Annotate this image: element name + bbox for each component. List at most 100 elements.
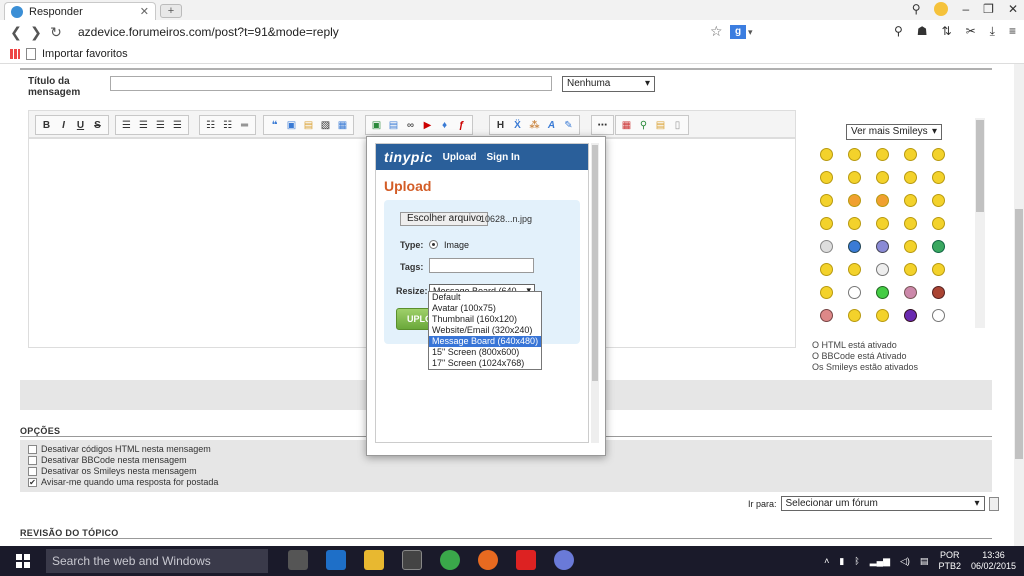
smiley-icon[interactable] — [875, 194, 889, 207]
vivaldi-icon[interactable] — [516, 550, 536, 570]
language-indicator[interactable]: POR PTB2 — [938, 550, 961, 572]
smiley-icon[interactable] — [931, 194, 945, 207]
smiley-icon[interactable] — [819, 217, 833, 230]
smiley-icon[interactable] — [847, 309, 861, 322]
smiley-icon[interactable] — [931, 286, 945, 299]
task-view-icon[interactable] — [288, 550, 308, 570]
start-button[interactable] — [0, 546, 46, 576]
file-explorer-icon[interactable] — [364, 550, 384, 570]
link-icon[interactable]: ∞ — [403, 118, 418, 133]
popup-scroll-thumb[interactable] — [592, 145, 598, 381]
apps-icon[interactable] — [10, 48, 20, 59]
heading-button[interactable]: H — [493, 118, 508, 133]
engine-dropdown-icon[interactable]: ▾ — [748, 27, 753, 38]
bluetooth-icon[interactable]: ᛒ — [854, 556, 859, 566]
tinypic-signin-link[interactable]: Sign In — [487, 152, 520, 163]
smiley-icon[interactable] — [847, 263, 861, 276]
firefox-icon[interactable] — [478, 550, 498, 570]
taskbar-search[interactable]: Search the web and Windows — [46, 549, 268, 573]
popup-scrollbar[interactable] — [591, 143, 599, 443]
smiley-icon[interactable] — [903, 286, 917, 299]
special-chars-icon[interactable]: ⋯ — [595, 118, 610, 133]
smiley-icon[interactable] — [847, 217, 861, 230]
font-size-icon[interactable]: Ẍ — [510, 118, 525, 133]
flash-red-icon[interactable]: ƒ — [454, 118, 469, 133]
smiley-icon[interactable] — [819, 194, 833, 207]
smiley-icon[interactable] — [903, 194, 917, 207]
profile-avatar-icon[interactable] — [934, 2, 949, 16]
smiley-icon[interactable] — [875, 240, 889, 253]
checkbox[interactable] — [28, 466, 37, 476]
smiley-icon[interactable] — [931, 309, 945, 322]
smiley-icon[interactable] — [875, 171, 889, 184]
justify-icon[interactable]: ☰ — [170, 118, 185, 133]
quote-icon[interactable]: ❝ — [267, 118, 282, 133]
smiley-icon[interactable] — [847, 171, 861, 184]
bookmark-import[interactable]: Importar favoritos — [42, 48, 128, 60]
extension-icon-1[interactable]: ☗ — [917, 24, 928, 39]
option-disable-html[interactable]: Desativar códigos HTML nesta mensagem — [28, 444, 211, 454]
icon-select[interactable]: Nenhuma ▾ — [562, 76, 655, 92]
smiley-scroll-thumb[interactable] — [976, 120, 984, 212]
keyboard-icon[interactable]: ▤ — [920, 556, 929, 567]
bullet-list-icon[interactable]: ☷ — [203, 118, 218, 133]
search-engine-box[interactable]: g ▾ — [730, 22, 890, 42]
clock[interactable]: 13:36 06/02/2015 — [971, 550, 1016, 572]
tab-close-icon[interactable]: ✕ — [140, 5, 149, 18]
smiley-icon[interactable] — [875, 148, 889, 161]
jump-go-button[interactable] — [988, 496, 999, 511]
smiley-icon[interactable] — [903, 240, 917, 253]
strike-button[interactable]: S — [90, 118, 105, 133]
option-disable-smileys[interactable]: Desativar os Smileys nesta mensagem — [28, 466, 197, 476]
colors-icon[interactable]: ⁂ — [527, 118, 542, 133]
page-scroll-thumb[interactable] — [1015, 209, 1023, 459]
tinypic-logo[interactable]: tinypic — [384, 149, 433, 165]
youtube-icon[interactable]: ▶ — [420, 118, 435, 133]
document-icon[interactable]: ▯ — [670, 118, 685, 133]
table-icon[interactable]: ▦ — [335, 118, 350, 133]
title-input[interactable] — [110, 76, 552, 91]
tags-input[interactable] — [429, 258, 534, 273]
resize-option[interactable]: Avatar (100x75) — [429, 303, 541, 314]
checkbox[interactable] — [28, 444, 37, 454]
network-icon[interactable]: ▮ — [839, 556, 844, 567]
hr-icon[interactable]: ═ — [237, 118, 252, 133]
type-image-radio[interactable] — [429, 240, 438, 249]
resize-option[interactable]: 17" Screen (1024x768) — [429, 358, 541, 369]
ie-icon[interactable] — [326, 550, 346, 570]
calendar-icon[interactable]: ▦ — [619, 118, 634, 133]
tinypic-upload-link[interactable]: Upload — [443, 152, 477, 163]
forward-icon[interactable]: ❯ — [26, 24, 46, 41]
smiley-icon[interactable] — [875, 309, 889, 322]
zoom-search-icon[interactable]: ⚲ — [894, 24, 903, 39]
choose-file-button[interactable]: Escolher arquivo — [400, 212, 489, 226]
align-center-icon[interactable]: ☰ — [136, 118, 151, 133]
resize-option[interactable]: Default — [429, 292, 541, 303]
hide-icon[interactable]: ▧ — [318, 118, 333, 133]
user-icon[interactable]: ⚲ — [912, 2, 921, 16]
flash-icon[interactable]: ♦ — [437, 118, 452, 133]
forum-select[interactable]: Selecionar um fórum ▾ — [780, 496, 985, 511]
resize-option[interactable]: Thumbnail (160x120) — [429, 314, 541, 325]
page-scrollbar[interactable] — [1014, 64, 1024, 546]
smiley-icon[interactable] — [819, 263, 833, 276]
menu-icon[interactable]: ≡ — [1009, 24, 1016, 39]
smiley-icon[interactable] — [903, 217, 917, 230]
signal-icon[interactable]: ▂▄▆ — [870, 556, 890, 567]
bookmark-star-icon[interactable]: ☆ — [710, 23, 723, 40]
browser-tab[interactable]: Responder ✕ — [4, 2, 156, 20]
extension-icon-3[interactable]: ✂ — [966, 24, 976, 39]
paste-icon[interactable]: ▤ — [653, 118, 668, 133]
smiley-icon[interactable] — [931, 171, 945, 184]
checkbox[interactable] — [28, 455, 37, 465]
number-list-icon[interactable]: ☷ — [220, 118, 235, 133]
smiley-icon[interactable] — [847, 240, 861, 253]
smiley-icon[interactable] — [903, 309, 917, 322]
chrome-icon[interactable] — [440, 550, 460, 570]
search-replace-icon[interactable]: ⚲ — [636, 118, 651, 133]
smiley-icon[interactable] — [903, 263, 917, 276]
smiley-icon[interactable] — [819, 148, 833, 161]
smiley-icon[interactable] — [847, 148, 861, 161]
align-right-icon[interactable]: ☰ — [153, 118, 168, 133]
smiley-icon[interactable] — [847, 286, 861, 299]
